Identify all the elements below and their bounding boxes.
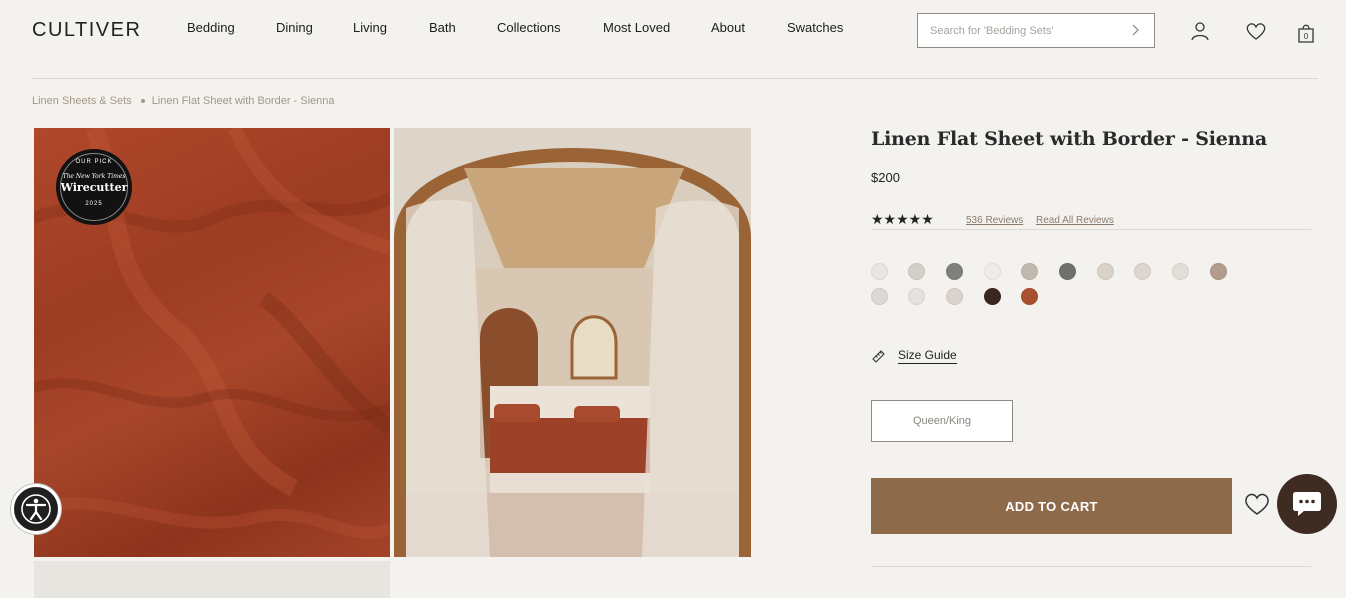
breadcrumb-current: Linen Flat Sheet with Border - Sienna	[151, 95, 335, 107]
nav-most-loved[interactable]: Most Loved	[603, 20, 670, 35]
rating-divider	[871, 229, 1311, 230]
size-guide-label: Size Guide	[898, 348, 957, 364]
color-swatch[interactable]	[1021, 288, 1038, 305]
rating-stars[interactable]: ★★★★★	[871, 211, 934, 228]
reviews-count-link[interactable]: 536 Reviews	[966, 215, 1023, 226]
nav-bedding[interactable]: Bedding	[187, 20, 235, 35]
color-swatch[interactable]	[871, 288, 888, 305]
badge-publisher: The New York Times	[62, 173, 126, 180]
wirecutter-badge: OUR PICK The New York Times Wirecutter 2…	[56, 149, 132, 225]
badge-year: 2025	[85, 201, 103, 207]
add-to-cart-button[interactable]: ADD TO CART	[871, 478, 1232, 534]
size-option-queen-king[interactable]: Queen/King	[871, 400, 1013, 442]
header-divider	[32, 78, 1318, 79]
color-swatch[interactable]	[1097, 263, 1114, 280]
wishlist-heart-icon[interactable]	[1245, 20, 1267, 42]
search-box	[917, 13, 1155, 48]
color-swatch[interactable]	[908, 263, 925, 280]
nav-about[interactable]: About	[711, 20, 745, 35]
chat-bubble-icon	[1293, 492, 1321, 516]
section-divider	[871, 566, 1311, 567]
chevron-right-icon[interactable]	[1128, 23, 1142, 37]
product-image-main[interactable]: OUR PICK The New York Times Wirecutter 2…	[34, 128, 390, 557]
product-price: $200	[871, 170, 900, 185]
brand-logo[interactable]: CULTIVER	[32, 19, 141, 42]
color-swatch[interactable]	[946, 288, 963, 305]
breadcrumb: Linen Sheets & Sets Linen Flat Sheet wit…	[32, 95, 335, 107]
product-image-third[interactable]	[34, 561, 390, 598]
product-image-bedroom[interactable]	[394, 128, 751, 557]
breadcrumb-separator	[140, 99, 145, 103]
accessibility-button[interactable]	[11, 484, 61, 534]
badge-top-text: OUR PICK	[75, 159, 113, 165]
color-swatch[interactable]	[946, 263, 963, 280]
cart-count: 0	[1304, 32, 1309, 41]
bedroom-scene-image	[394, 128, 751, 557]
add-to-wishlist-heart-icon[interactable]	[1243, 490, 1271, 518]
nav-collections[interactable]: Collections	[497, 20, 561, 35]
chat-button[interactable]	[1277, 474, 1337, 534]
read-all-reviews-link[interactable]: Read All Reviews	[1036, 215, 1114, 226]
color-swatch[interactable]	[1059, 263, 1076, 280]
nav-bath[interactable]: Bath	[429, 20, 456, 35]
color-swatch[interactable]	[984, 288, 1001, 305]
color-swatch[interactable]	[871, 263, 888, 280]
nav-swatches[interactable]: Swatches	[787, 20, 843, 35]
nav-dining[interactable]: Dining	[276, 20, 313, 35]
size-guide-link[interactable]: Size Guide	[871, 348, 957, 364]
badge-name: Wirecutter	[60, 181, 128, 194]
star-rating-icon: ★★★★★	[871, 211, 934, 227]
ruler-icon	[872, 349, 885, 363]
account-icon[interactable]	[1189, 20, 1211, 42]
color-swatch[interactable]	[1172, 263, 1189, 280]
color-swatch[interactable]	[1210, 263, 1227, 280]
cart-bag-icon[interactable]: 0	[1295, 22, 1317, 44]
color-swatch[interactable]	[908, 288, 925, 305]
nav-living[interactable]: Living	[353, 20, 387, 35]
accessibility-icon	[21, 494, 51, 524]
color-swatch[interactable]	[984, 263, 1001, 280]
product-title: Linen Flat Sheet with Border - Sienna	[871, 128, 1268, 150]
breadcrumb-link-category[interactable]: Linen Sheets & Sets	[32, 95, 132, 107]
color-swatch[interactable]	[1134, 263, 1151, 280]
color-swatch[interactable]	[1021, 263, 1038, 280]
search-input[interactable]	[930, 24, 1120, 37]
